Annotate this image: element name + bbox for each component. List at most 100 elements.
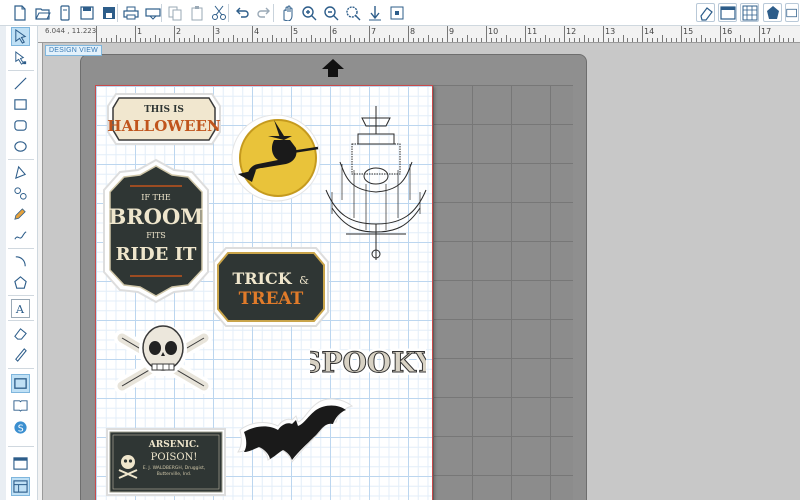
ruler-tick: [612, 38, 614, 42]
send-panel-icon[interactable]: [785, 3, 799, 22]
ruler-tick: [763, 38, 765, 42]
edit-points-tool-icon[interactable]: [11, 49, 30, 68]
zoom-drag-icon[interactable]: [365, 3, 384, 22]
eraser-tool-icon[interactable]: [11, 324, 30, 343]
broom-line2: BROOM: [108, 204, 203, 229]
witch-moon-sticker[interactable]: [230, 112, 325, 204]
paste-icon[interactable]: [187, 3, 206, 22]
bat-sticker[interactable]: [236, 396, 360, 466]
cursor-coordinates: 6.044 , 11.223: [45, 27, 97, 35]
svg-text:S: S: [18, 423, 24, 434]
rounded-rectangle-tool-icon[interactable]: [11, 116, 30, 135]
new-document-icon[interactable]: [10, 3, 29, 22]
broom-line4: RIDE IT: [116, 244, 197, 265]
ruler-tick: [490, 38, 492, 42]
zoom-selected-icon[interactable]: [343, 3, 362, 22]
ruler-tick: [227, 38, 229, 42]
store-icon[interactable]: [763, 3, 782, 22]
ruler-tick: [271, 35, 273, 42]
ruler-tick: [578, 38, 580, 42]
ruler-tick: [607, 38, 609, 42]
pan-hand-icon[interactable]: [277, 3, 296, 22]
trick-treat-sticker[interactable]: TRICK & TREAT: [212, 244, 330, 330]
store-view-icon[interactable]: S: [11, 418, 30, 437]
freehand-tool-icon[interactable]: [11, 205, 30, 224]
ruler-tick: [149, 38, 151, 42]
design-view-tab[interactable]: DESIGN VIEW: [45, 45, 102, 56]
chandelier-sticker[interactable]: [322, 104, 430, 262]
arc-tool-icon[interactable]: [11, 252, 30, 271]
undo-icon[interactable]: [232, 3, 251, 22]
ruler-tick: [700, 35, 702, 42]
ruler-number: 1: [137, 27, 143, 36]
open-folder-icon[interactable]: [33, 3, 52, 22]
text-tool-icon[interactable]: A: [11, 299, 30, 318]
ruler-number: 10: [488, 27, 499, 36]
ruler-tick: [178, 38, 180, 42]
ruler-tick: [710, 38, 712, 42]
broom-badge-sticker[interactable]: IF THE BROOM FITS RIDE IT: [100, 158, 212, 304]
ellipse-tool-icon[interactable]: [11, 137, 30, 156]
regular-polygon-tool-icon[interactable]: [11, 273, 30, 292]
library-view-icon[interactable]: [11, 396, 30, 415]
page-setup-icon[interactable]: [718, 3, 737, 22]
design-view-icon[interactable]: [11, 374, 30, 393]
ruler-tick: [164, 38, 166, 42]
grid-settings-icon[interactable]: [740, 3, 759, 22]
rectangle-tool-icon[interactable]: [11, 95, 30, 114]
halloween-sticker[interactable]: THIS IS HALLOWEEN: [106, 90, 222, 148]
ruler-tick: [471, 38, 473, 42]
ruler-tick: [447, 26, 448, 42]
curve-tool-icon[interactable]: [11, 184, 30, 203]
ruler-tick: [232, 35, 234, 42]
ruler-tick: [456, 38, 458, 42]
ruler-tick: [583, 35, 585, 42]
spooky-sticker[interactable]: SPOOKY SPOOKY: [310, 334, 426, 390]
broom-line3: FITS: [146, 231, 166, 240]
copy-icon[interactable]: [165, 3, 184, 22]
ruler-number: 12: [566, 27, 577, 36]
zoom-in-icon[interactable]: [299, 3, 318, 22]
redo-icon[interactable]: [254, 3, 273, 22]
single-panel-icon[interactable]: [11, 454, 30, 473]
ruler-number: 3: [215, 27, 221, 36]
fit-to-page-icon[interactable]: [387, 3, 406, 22]
zoom-out-icon[interactable]: [321, 3, 340, 22]
ruler-tick: [598, 38, 600, 42]
ruler-tick: [759, 26, 760, 42]
send-to-cutter-icon[interactable]: [143, 3, 162, 22]
print-icon[interactable]: [121, 3, 140, 22]
polygon-tool-icon[interactable]: [11, 163, 30, 182]
select-tool-icon[interactable]: [11, 27, 30, 46]
ruler-tick: [310, 35, 312, 42]
ruler-tick: [378, 38, 380, 42]
split-panel-icon[interactable]: [11, 477, 30, 496]
smooth-freehand-tool-icon[interactable]: [11, 226, 30, 245]
ruler-tick: [100, 38, 102, 42]
ruler-tick: [154, 35, 156, 42]
eraser-panel-icon[interactable]: [696, 3, 715, 22]
cut-icon[interactable]: [209, 3, 228, 22]
ruler-tick: [720, 26, 721, 42]
ruler-tick: [559, 38, 561, 42]
ruler-tick: [486, 26, 487, 42]
ruler-number: 14: [644, 27, 655, 36]
ruler-number: 15: [683, 27, 694, 36]
save-as-icon[interactable]: [99, 3, 118, 22]
save-icon[interactable]: [77, 3, 96, 22]
ruler-tick: [646, 38, 648, 42]
ruler-tick: [729, 38, 731, 42]
skull-crossbones-sticker[interactable]: [112, 318, 214, 402]
ruler-tick: [422, 38, 424, 42]
library-icon[interactable]: [55, 3, 74, 22]
ruler-number: 5: [293, 27, 299, 36]
knife-tool-icon[interactable]: [11, 345, 30, 364]
line-tool-icon[interactable]: [11, 74, 30, 93]
ruler-tick: [529, 38, 531, 42]
ruler-tick: [539, 38, 541, 42]
ruler-tick: [481, 38, 483, 42]
ruler-tick: [222, 38, 224, 42]
toolbar-handle[interactable]: [0, 26, 6, 500]
arsenic-label-sticker[interactable]: ARSENIC. POISON! E. J. WALDBERGH, Druggi…: [106, 428, 226, 496]
ruler-tick: [393, 38, 395, 42]
